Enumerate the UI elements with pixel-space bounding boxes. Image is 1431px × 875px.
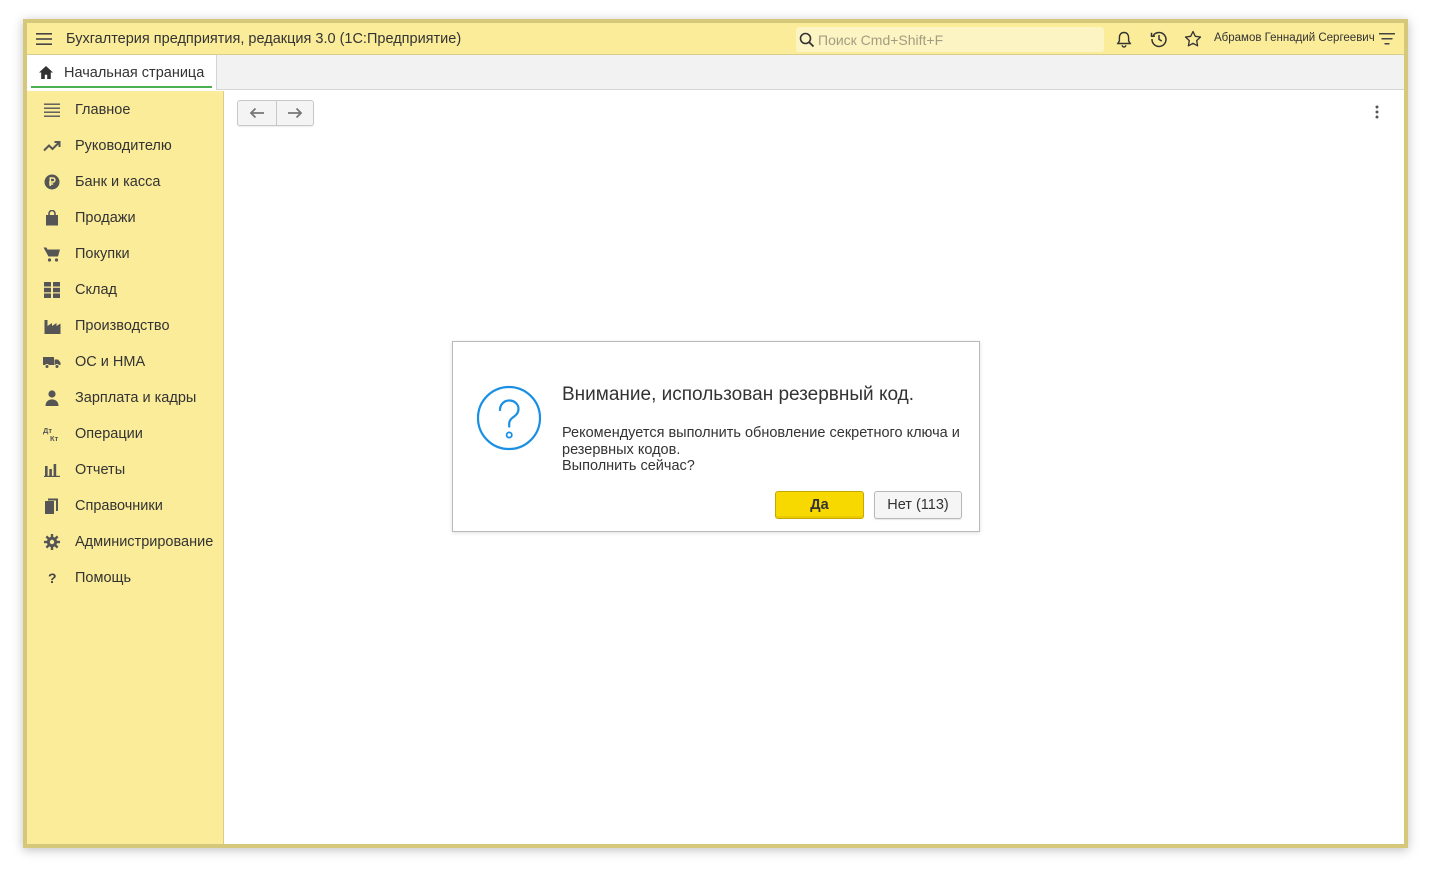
dialog-message-line: резервных кодов.	[562, 441, 681, 458]
sidebar-item-purchases[interactable]: Покупки	[27, 239, 224, 269]
star-icon[interactable]	[1183, 29, 1203, 49]
tab-bar: Начальная страница	[27, 55, 1404, 90]
main-menu-icon[interactable]	[27, 23, 61, 55]
arrow-right-icon	[287, 107, 303, 119]
dialog-message-line: Рекомендуется выполнить обновление секре…	[562, 425, 960, 441]
dialog-message: Рекомендуется выполнить обновление секре…	[562, 425, 962, 475]
sidebar-item-main[interactable]: Главное	[27, 95, 224, 125]
sidebar-item-label: Операции	[75, 426, 143, 442]
user-name[interactable]: Абрамов Геннадий Сергеевич	[1214, 32, 1375, 44]
question-icon: ?	[43, 569, 61, 587]
sidebar-item-label: ОС и НМА	[75, 354, 146, 370]
gear-icon	[43, 533, 61, 551]
title-bar: Бухгалтерия предприятия, редакция 3.0 (1…	[27, 23, 1404, 55]
trend-up-icon	[43, 137, 61, 155]
shopping-bag-icon	[43, 209, 61, 227]
question-dialog: Внимание, использован резервный код. Рек…	[452, 341, 980, 532]
sidebar-item-warehouse[interactable]: Склад	[27, 275, 224, 305]
sidebar-item-label: Склад	[75, 282, 117, 298]
bell-icon[interactable]	[1114, 29, 1134, 49]
sidebar-item-label: Банк и касса	[75, 174, 161, 190]
sidebar-item-label: Покупки	[75, 246, 130, 262]
no-button[interactable]: Нет (113)	[874, 491, 962, 519]
search-box[interactable]	[796, 27, 1104, 52]
dt-kt-icon: Дт Кт	[43, 425, 61, 443]
sidebar-item-label: Администрирование	[75, 534, 214, 550]
person-icon	[43, 389, 61, 407]
history-nav-buttons	[237, 100, 314, 126]
sidebar-item-label: Зарплата и кадры	[75, 390, 197, 406]
factory-icon	[43, 317, 61, 335]
bar-chart-icon	[43, 461, 61, 479]
svg-text:?: ?	[48, 570, 57, 586]
sidebar-item-help[interactable]: ? Помощь	[27, 563, 224, 593]
home-icon	[38, 65, 54, 81]
sidebar-item-sales[interactable]: Продажи	[27, 203, 224, 233]
list-icon	[43, 101, 61, 119]
sidebar-item-salary[interactable]: Зарплата и кадры	[27, 383, 224, 413]
sidebar-item-manager[interactable]: Руководителю	[27, 131, 224, 161]
question-circle-icon	[476, 385, 542, 451]
sidebar-item-operations[interactable]: Дт Кт Операции	[27, 419, 224, 449]
svg-text:Кт: Кт	[50, 434, 59, 442]
back-button[interactable]	[238, 101, 276, 125]
sidebar-item-reports[interactable]: Отчеты	[27, 455, 224, 485]
app-title: Бухгалтерия предприятия, редакция 3.0 (1…	[66, 30, 462, 47]
sidebar-item-label: Производство	[75, 318, 170, 334]
app-window: Бухгалтерия предприятия, редакция 3.0 (1…	[23, 19, 1408, 848]
sidebar-item-label: Продажи	[75, 210, 136, 226]
sidebar-item-label: Руководителю	[75, 138, 172, 154]
search-input[interactable]	[818, 31, 1088, 48]
warehouse-grid-icon	[43, 281, 61, 299]
cart-icon	[43, 245, 61, 263]
sidebar-item-administration[interactable]: Администрирование	[27, 527, 224, 557]
tab-home-page[interactable]: Начальная страница	[27, 55, 217, 90]
sidebar-item-label: Помощь	[75, 570, 132, 586]
history-icon[interactable]	[1149, 29, 1169, 49]
truck-icon	[43, 353, 61, 371]
ruble-coin-icon	[43, 173, 61, 191]
sidebar-item-label: Отчеты	[75, 462, 126, 478]
forward-button[interactable]	[275, 101, 314, 125]
tab-label: Начальная страница	[64, 64, 205, 81]
active-tab-indicator	[31, 86, 212, 88]
sidebar-item-directories[interactable]: Справочники	[27, 491, 224, 521]
sidebar-item-bank[interactable]: Банк и касса	[27, 167, 224, 197]
arrow-left-icon	[249, 107, 264, 119]
yes-button[interactable]: Да	[775, 491, 864, 519]
sidebar-item-fixed-assets[interactable]: ОС и НМА	[27, 347, 224, 377]
settings-menu-icon[interactable]	[1377, 29, 1397, 49]
sidebar-item-label: Главное	[75, 102, 131, 118]
sidebar: Главное Руководителю Банк и касса Продаж…	[27, 91, 224, 844]
more-options-icon[interactable]	[1372, 103, 1382, 121]
dialog-title: Внимание, использован резервный код.	[562, 384, 914, 405]
dialog-message-line: Выполнить сейчас?	[562, 458, 695, 474]
sidebar-item-label: Справочники	[75, 498, 163, 514]
sidebar-item-production[interactable]: Производство	[27, 311, 224, 341]
search-icon	[796, 32, 818, 48]
books-icon	[43, 497, 61, 515]
